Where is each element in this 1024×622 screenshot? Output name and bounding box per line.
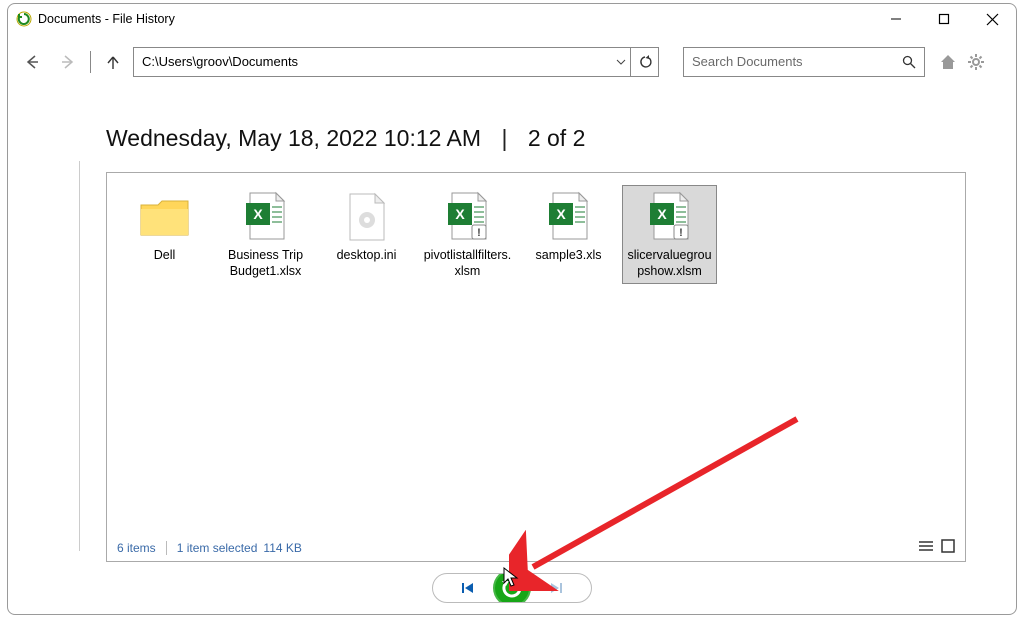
folder-icon [138, 190, 192, 244]
status-separator [166, 541, 167, 555]
restore-button[interactable] [493, 573, 531, 603]
next-version-button[interactable] [531, 582, 591, 594]
back-button[interactable] [16, 46, 48, 78]
status-size: 114 KB [263, 541, 301, 555]
history-nav-group [432, 573, 592, 603]
file-label: Dell [154, 248, 176, 264]
icons-view-icon[interactable] [941, 539, 955, 556]
file-label: desktop.ini [337, 248, 397, 264]
close-button[interactable] [968, 4, 1016, 35]
file-history-window: Documents - File History [7, 3, 1017, 615]
main-area: Wednesday, May 18, 2022 10:12 AM | 2 of … [80, 89, 1016, 562]
address-bar[interactable] [133, 47, 659, 77]
file-item[interactable]: X! pivotlistallfilters.xlsm [420, 185, 515, 284]
snapshot-heading: Wednesday, May 18, 2022 10:12 AM | 2 of … [106, 125, 966, 152]
status-count: 6 items [117, 541, 156, 555]
left-panel [8, 161, 80, 551]
file-label: pivotlistallfilters.xlsm [423, 248, 513, 279]
snapshot-timestamp: Wednesday, May 18, 2022 10:12 AM [106, 125, 481, 151]
previous-version-button[interactable] [433, 582, 493, 594]
xlsm-icon: X! [441, 190, 495, 244]
file-label: slicervaluegroupshow.xlsm [625, 248, 715, 279]
file-item[interactable]: Dell [117, 185, 212, 269]
search-box[interactable] [683, 47, 925, 77]
svg-text:X: X [657, 206, 667, 222]
svg-text:X: X [455, 206, 465, 222]
path-dropdown-icon[interactable] [612, 59, 630, 65]
xlsm-icon: X! [643, 190, 697, 244]
titlebar: Documents - File History [8, 4, 1016, 35]
file-list-panel: Dell X Business Trip Budget1.xlsx desktop.i… [106, 172, 966, 562]
file-label: sample3.xls [536, 248, 602, 264]
window-title: Documents - File History [38, 12, 175, 26]
xlsx-icon: X [239, 190, 293, 244]
svg-text:!: ! [477, 227, 481, 239]
search-input[interactable] [684, 48, 894, 76]
window-controls [872, 4, 1016, 35]
snapshot-position: 2 of 2 [528, 125, 586, 151]
navigation-footer [8, 562, 1016, 614]
status-bar: 6 items 1 item selected 114 KB [107, 535, 965, 561]
forward-button[interactable] [52, 46, 84, 78]
ini-icon [340, 190, 394, 244]
xls-icon: X [542, 190, 596, 244]
status-selection: 1 item selected [177, 541, 258, 555]
toolbar [8, 35, 1016, 89]
svg-text:!: ! [679, 227, 683, 239]
toolbar-separator [90, 51, 91, 73]
refresh-button[interactable] [630, 48, 658, 76]
maximize-button[interactable] [920, 4, 968, 35]
view-toggles [919, 539, 955, 556]
up-button[interactable] [97, 46, 129, 78]
file-item[interactable]: X Business Trip Budget1.xlsx [218, 185, 313, 284]
minimize-button[interactable] [872, 4, 920, 35]
details-view-icon[interactable] [919, 539, 933, 556]
svg-text:X: X [253, 206, 263, 222]
file-item[interactable]: Xsample3.xls [521, 185, 616, 269]
search-icon[interactable] [894, 55, 924, 69]
app-icon [16, 11, 32, 27]
gear-icon[interactable] [965, 51, 987, 73]
heading-separator: | [501, 125, 507, 151]
file-item[interactable]: desktop.ini [319, 185, 414, 269]
home-icon[interactable] [937, 51, 959, 73]
svg-text:X: X [556, 206, 566, 222]
path-input[interactable] [134, 48, 612, 76]
file-grid[interactable]: Dell X Business Trip Budget1.xlsx desktop.i… [107, 173, 965, 535]
file-label: Business Trip Budget1.xlsx [221, 248, 310, 279]
file-item[interactable]: X! slicervaluegroupshow.xlsm [622, 185, 717, 284]
content-area: Wednesday, May 18, 2022 10:12 AM | 2 of … [8, 89, 1016, 562]
toolbar-right [937, 51, 987, 73]
